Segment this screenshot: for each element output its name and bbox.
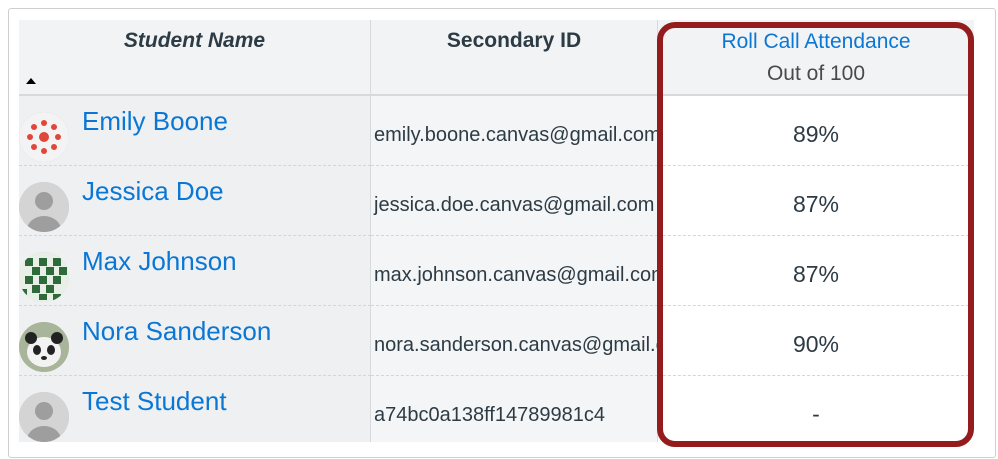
default-user-icon[interactable] [19,182,69,232]
grade-cell[interactable]: 87% [658,236,974,306]
student-row: Jessica Doe [19,166,371,236]
student-row: Nora Sanderson [19,306,371,376]
grade-cell[interactable]: 89% [658,96,974,166]
gradebook-grid: Student Name Emily Boone Jessica Doe Max… [19,20,974,442]
student-name-header[interactable]: Student Name [19,20,371,96]
grade-value: 89% [792,121,840,147]
secondary-id-header[interactable]: Secondary ID [371,20,658,96]
default-user-icon[interactable] [19,392,69,442]
grade-value: 90% [792,331,840,357]
secondary-id-value: a74bc0a138ff14789981c4 [374,404,605,426]
grade-value: 87% [792,261,840,287]
student-row: Test Student [19,376,371,442]
student-name-link[interactable]: Nora Sanderson [82,316,271,347]
secondary-id-cell: emily.boone.canvas@gmail.com [371,96,658,166]
secondary-id-value: jessica.doe.canvas@gmail.com [374,194,655,216]
secondary-id-cell: max.johnson.canvas@gmail.com [371,236,658,306]
student-name-link[interactable]: Jessica Doe [82,176,224,207]
grade-cell[interactable]: - [658,376,974,442]
student-row: Max Johnson [19,236,371,306]
sort-ascending-icon[interactable] [26,78,36,84]
grade-value: 87% [792,191,840,217]
student-name-link[interactable]: Test Student [82,386,227,417]
secondary-id-value: emily.boone.canvas@gmail.com [374,124,658,146]
points-possible-label: Out of 100 [766,62,866,85]
secondary-id-cell: nora.sanderson.canvas@gmail.com [371,306,658,376]
roll-call-attendance-column: Roll Call Attendance Out of 100 89% 87% … [658,20,974,442]
secondary-id-value: nora.sanderson.canvas@gmail.com [374,334,658,356]
secondary-id-header-label: Secondary ID [446,29,582,52]
secondary-id-column: Secondary ID emily.boone.canvas@gmail.co… [371,20,658,442]
grade-value: - [812,401,820,427]
secondary-id-cell: a74bc0a138ff14789981c4 [371,376,658,442]
assignment-header[interactable]: Roll Call Attendance Out of 100 [658,20,974,96]
panda-avatar-icon[interactable] [19,322,69,372]
student-name-header-label: Student Name [123,29,266,52]
student-name-column: Student Name Emily Boone Jessica Doe Max… [19,20,371,442]
grade-cell[interactable]: 87% [658,166,974,236]
pattern-avatar-icon[interactable] [19,252,69,302]
secondary-id-cell: jessica.doe.canvas@gmail.com [371,166,658,236]
assignment-title-link[interactable]: Roll Call Attendance [658,30,974,54]
secondary-id-value: max.johnson.canvas@gmail.com [374,264,658,286]
grade-cell[interactable]: 90% [658,306,974,376]
student-name-link[interactable]: Max Johnson [82,246,237,277]
canvas-logo-icon[interactable] [19,112,69,162]
student-row: Emily Boone [19,96,371,166]
student-name-link[interactable]: Emily Boone [82,106,228,137]
